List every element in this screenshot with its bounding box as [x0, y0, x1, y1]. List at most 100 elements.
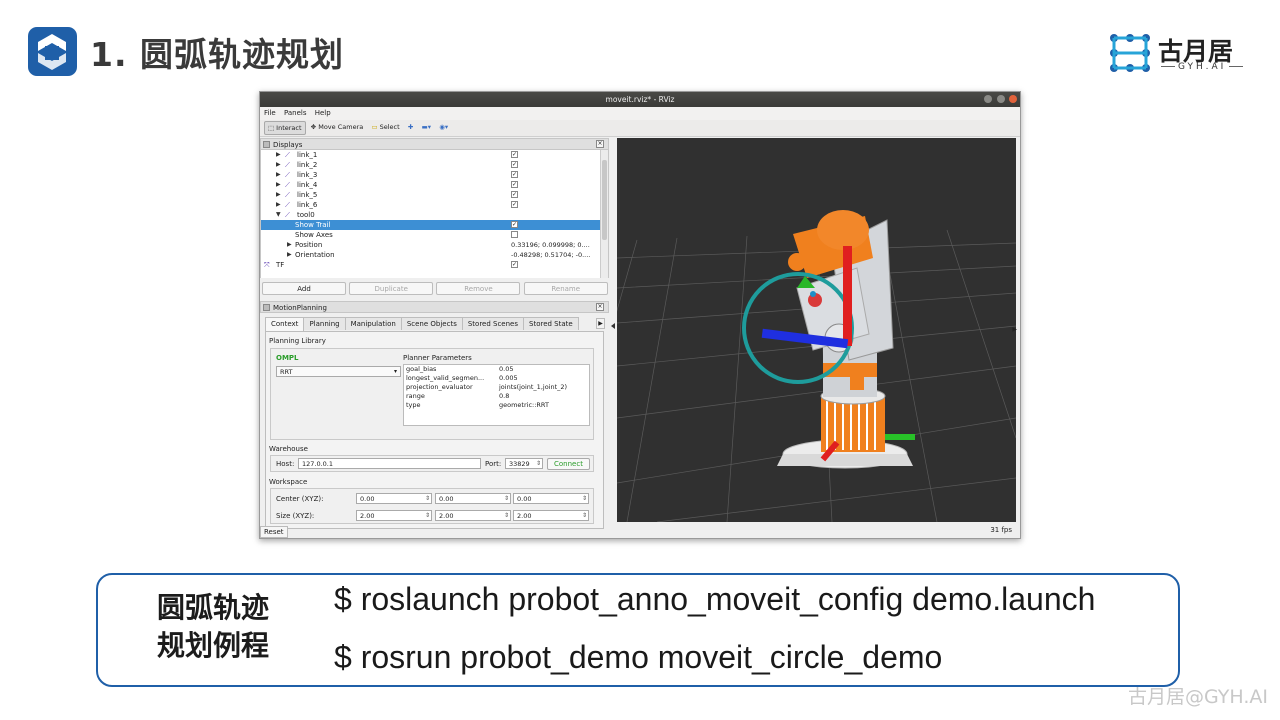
- param-row[interactable]: longest_valid_segmen... 0.005: [404, 374, 589, 383]
- move-camera-tool[interactable]: ✥ Move Camera: [308, 121, 366, 135]
- tab-scroll-right-icon[interactable]: ▶: [596, 318, 605, 329]
- displays-close-icon[interactable]: ×: [596, 140, 604, 148]
- right-dock-arrow-icon[interactable]: ▶: [1012, 326, 1017, 333]
- planner-select[interactable]: RRT: [276, 366, 401, 377]
- size-z-input[interactable]: 2.00: [513, 510, 589, 521]
- menu-help[interactable]: Help: [315, 109, 331, 117]
- menu-file[interactable]: File: [264, 109, 276, 117]
- visibility-checkbox[interactable]: ✓: [511, 151, 518, 158]
- expand-arrow-icon[interactable]: ▶: [276, 190, 281, 200]
- param-row[interactable]: type geometric::RRT: [404, 401, 589, 410]
- link-icon: ⟋: [285, 211, 290, 219]
- 3d-viewport[interactable]: [617, 138, 1016, 522]
- tree-row-label: link_6: [297, 201, 318, 209]
- tree-row-link-5[interactable]: ▶ ⟋ link_5 ✓: [261, 190, 608, 200]
- remove-button[interactable]: Remove: [436, 282, 521, 295]
- reset-button[interactable]: Reset: [260, 526, 288, 538]
- expand-arrow-icon[interactable]: ▶: [276, 170, 281, 180]
- remove-tool-icon[interactable]: ▬▾: [419, 121, 434, 135]
- tree-row-link-1[interactable]: ▶ ⟋ link_1 ✓: [261, 150, 608, 160]
- planner-params-table[interactable]: goal_bias 0.05 longest_valid_segmen... 0.0…: [403, 364, 590, 426]
- tab-context[interactable]: Context: [265, 317, 305, 331]
- close-button[interactable]: [1009, 95, 1017, 103]
- tree-row-label: link_1: [297, 151, 318, 159]
- tree-row-orientation[interactable]: ▶ Orientation -0.48298; 0.51704; -0....: [261, 250, 608, 260]
- command-box: 圆弧轨迹 规划例程 $ roslaunch probot_anno_moveit…: [96, 573, 1180, 687]
- param-value[interactable]: 0.05: [499, 365, 513, 374]
- center-z-input[interactable]: 0.00: [513, 493, 589, 504]
- tab-planning[interactable]: Planning: [303, 317, 346, 330]
- ompl-label: OMPL: [276, 354, 299, 362]
- robot-scene[interactable]: [617, 138, 1016, 522]
- tree-row-label: link_2: [297, 161, 318, 169]
- tree-row-show-axes[interactable]: Show Axes: [261, 230, 608, 240]
- add-button[interactable]: Add: [262, 282, 346, 295]
- tree-row-link-4[interactable]: ▶ ⟋ link_4 ✓: [261, 180, 608, 190]
- center-y-input[interactable]: 0.00: [435, 493, 511, 504]
- param-row[interactable]: range 0.8: [404, 392, 589, 401]
- param-value[interactable]: 0.8: [499, 392, 509, 401]
- tab-stored-scenes[interactable]: Stored Scenes: [461, 317, 525, 330]
- tree-row-link-2[interactable]: ▶ ⟋ link_2 ✓: [261, 160, 608, 170]
- maximize-button[interactable]: [996, 95, 1005, 103]
- minimize-button[interactable]: [984, 95, 993, 103]
- motion-tabs: Context Planning Manipulation Scene Objects…: [260, 317, 609, 331]
- param-row[interactable]: goal_bias 0.05: [404, 365, 589, 374]
- expand-arrow-icon[interactable]: ▶: [287, 240, 292, 250]
- displays-scrollbar[interactable]: [600, 150, 608, 278]
- expand-arrow-icon[interactable]: ▶: [276, 200, 281, 210]
- show-trail-checkbox[interactable]: ✓: [511, 221, 518, 228]
- command-label: 圆弧轨迹 规划例程: [138, 589, 288, 665]
- tree-row-show-trail[interactable]: Show Trail ✓: [261, 220, 608, 230]
- menu-panels[interactable]: Panels: [284, 109, 307, 117]
- param-row[interactable]: projection_evaluator joints(joint_1,joint…: [404, 383, 589, 392]
- interact-tool[interactable]: ⬚ Interact: [264, 121, 306, 135]
- size-y-input[interactable]: 2.00: [435, 510, 511, 521]
- visibility-checkbox[interactable]: ✓: [511, 171, 518, 178]
- position-value: 0.33196; 0.099998; 0....: [511, 241, 590, 249]
- link-icon: ⟋: [285, 181, 290, 189]
- duplicate-button[interactable]: Duplicate: [349, 282, 434, 295]
- center-x-input[interactable]: 0.00: [356, 493, 432, 504]
- expand-arrow-icon[interactable]: ▶: [276, 150, 281, 160]
- port-spinbox[interactable]: 33829: [505, 458, 543, 469]
- tree-row-tf[interactable]: ⤧ TF ✓: [261, 260, 608, 270]
- tab-stored-state[interactable]: Stored State: [523, 317, 579, 330]
- tree-row-position[interactable]: ▶ Position 0.33196; 0.099998; 0....: [261, 240, 608, 250]
- camera-type-icon[interactable]: ◉▾: [436, 121, 451, 135]
- tab-manipulation[interactable]: Manipulation: [344, 317, 402, 330]
- param-value[interactable]: joints(joint_1,joint_2): [499, 383, 567, 392]
- tree-row-link-6[interactable]: ▶ ⟋ link_6 ✓: [261, 200, 608, 210]
- expand-arrow-icon[interactable]: ▶: [276, 160, 281, 170]
- workspace-group: Center (XYZ): 0.00 0.00 0.00 Size (XYZ):…: [270, 488, 594, 524]
- visibility-checkbox[interactable]: ✓: [511, 201, 518, 208]
- add-tool-icon[interactable]: ✚: [405, 121, 416, 135]
- visibility-checkbox[interactable]: ✓: [511, 191, 518, 198]
- collapse-arrow-icon[interactable]: ▼: [276, 210, 281, 220]
- tree-row-label: Show Axes: [295, 231, 333, 239]
- connect-button[interactable]: Connect: [547, 458, 590, 470]
- host-input[interactable]: 127.0.0.1: [298, 458, 481, 469]
- tree-row-tool0[interactable]: ▼ ⟋ tool0: [261, 210, 608, 220]
- visibility-checkbox[interactable]: ✓: [511, 181, 518, 188]
- tab-scene-objects[interactable]: Scene Objects: [400, 317, 463, 330]
- expand-arrow-icon[interactable]: ▶: [287, 250, 292, 260]
- expand-arrow-icon[interactable]: ▶: [276, 180, 281, 190]
- size-x-input[interactable]: 2.00: [356, 510, 432, 521]
- rename-button[interactable]: Rename: [523, 282, 608, 295]
- show-axes-checkbox[interactable]: [511, 231, 518, 238]
- scroll-thumb[interactable]: [602, 160, 607, 240]
- workspace-label: Workspace: [269, 478, 308, 486]
- param-value[interactable]: 0.005: [499, 374, 518, 383]
- motion-close-icon[interactable]: ×: [596, 303, 604, 311]
- visibility-checkbox[interactable]: ✓: [511, 161, 518, 168]
- param-value[interactable]: geometric::RRT: [499, 401, 549, 410]
- select-label: Select: [379, 123, 400, 131]
- visibility-checkbox[interactable]: ✓: [511, 261, 518, 268]
- tree-row-link-3[interactable]: ▶ ⟋ link_3 ✓: [261, 170, 608, 180]
- tree-row-label: link_3: [297, 171, 318, 179]
- dock-splitter[interactable]: [610, 138, 616, 522]
- warehouse-label: Warehouse: [269, 445, 308, 453]
- select-tool[interactable]: ▭ Select: [368, 121, 402, 135]
- slide-title: 1. 圆弧轨迹规划: [90, 35, 344, 74]
